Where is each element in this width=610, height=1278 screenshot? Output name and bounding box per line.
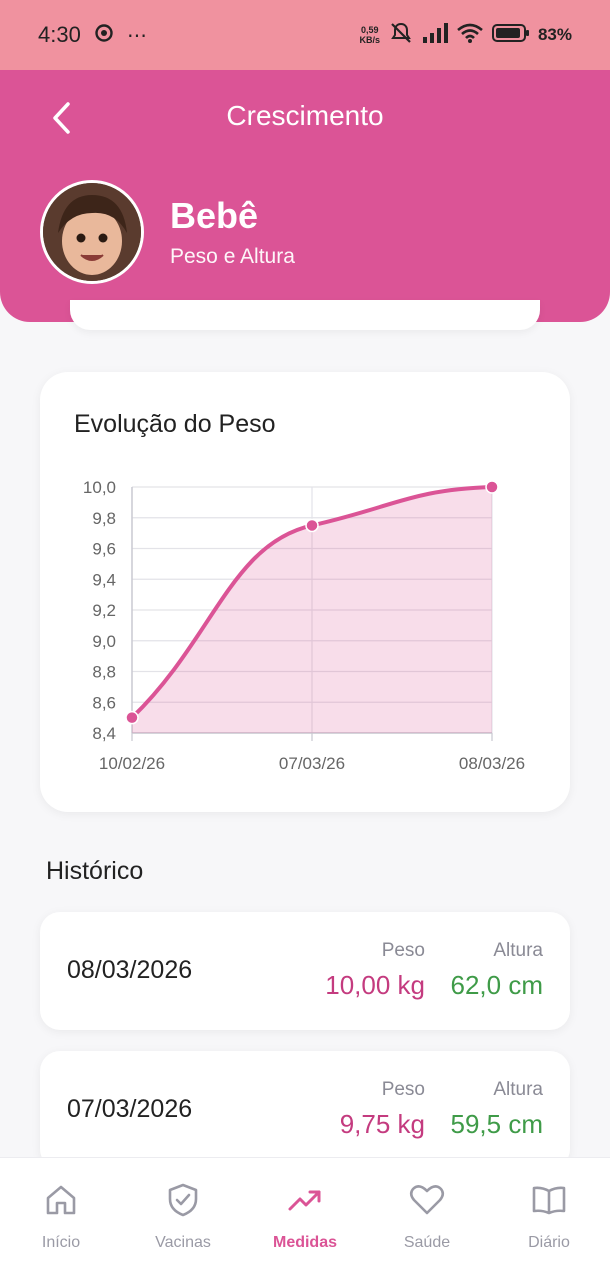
weight-chart: 10,0 9,8 9,6 9,4 9,2 9,0 8,8 8,6 8,4 10/02/26 07/0… <box>83 478 525 773</box>
peso-block: Peso 9,75 kg <box>340 1079 425 1140</box>
nav-item-vacinas[interactable]: Vacinas <box>122 1158 244 1278</box>
nav-item-saude[interactable]: Saúde <box>366 1158 488 1278</box>
y-tick-label: 10,0 <box>83 478 116 497</box>
y-tick-label: 9,2 <box>92 601 116 620</box>
battery-percent: 83% <box>537 25 572 44</box>
bottom-nav: Início Vacinas Medidas Saúde Diário <box>0 1157 610 1278</box>
history-card[interactable]: 07/03/2026 Peso 9,75 kg Altura 59,5 cm <box>40 1051 570 1169</box>
altura-block: Altura 62,0 cm <box>451 940 544 1001</box>
history-card[interactable]: 08/03/2026 Peso 10,00 kg Altura 62,0 cm <box>40 912 570 1030</box>
more-dots-icon: ⋯ <box>126 24 148 47</box>
y-tick-label: 9,0 <box>92 632 116 651</box>
y-tick-label: 9,6 <box>92 540 116 559</box>
y-tick-label: 9,4 <box>92 570 116 589</box>
nav-item-inicio[interactable]: Início <box>0 1158 122 1278</box>
nav-label: Diário <box>528 1234 570 1251</box>
y-tick-label: 9,8 <box>92 509 116 528</box>
nav-label: Vacinas <box>155 1234 211 1251</box>
status-bar: 4:30 ⋯ 0,59 KB/s 83% <box>0 0 610 70</box>
status-time: 4:30 <box>38 22 81 47</box>
x-tick-label: 08/03/26 <box>459 754 525 773</box>
mute-icon <box>388 21 414 50</box>
avatar <box>40 180 144 284</box>
battery-icon <box>491 23 530 48</box>
signal-icon <box>422 22 448 49</box>
shield-check-icon <box>166 1180 200 1220</box>
nav-item-medidas[interactable]: Medidas <box>244 1158 366 1278</box>
page-title: Crescimento <box>226 100 384 131</box>
altura-label: Altura <box>493 1079 543 1100</box>
app-header: Crescimento Bebê Peso e Altura <box>0 70 610 322</box>
network-speed: 0,59 KB/s <box>359 25 380 45</box>
y-tick-label: 8,8 <box>92 663 116 682</box>
profile-card-edge <box>70 300 540 330</box>
y-tick-label: 8,6 <box>92 693 116 712</box>
history-date: 08/03/2026 <box>67 956 193 984</box>
peso-block: Peso 10,00 kg <box>325 940 425 1001</box>
data-point <box>485 480 499 494</box>
peso-label: Peso <box>381 1079 425 1100</box>
altura-label: Altura <box>493 940 543 961</box>
peso-value: 9,75 kg <box>339 1109 425 1139</box>
baby-name: Bebê <box>170 195 259 236</box>
altura-value: 59,5 cm <box>450 1109 544 1139</box>
wifi-icon <box>456 22 484 49</box>
data-point <box>305 518 319 533</box>
book-icon <box>531 1180 567 1220</box>
data-point <box>125 710 139 725</box>
nav-label: Medidas <box>272 1234 337 1251</box>
peso-value: 10,00 kg <box>325 970 425 1000</box>
y-tick-label: 8,4 <box>92 724 116 743</box>
altura-block: Altura 59,5 cm <box>451 1079 544 1140</box>
nav-label: Saúde <box>403 1234 451 1251</box>
home-icon <box>44 1180 78 1220</box>
x-tick-label: 07/03/26 <box>279 754 345 773</box>
altura-value: 62,0 cm <box>450 970 544 1000</box>
trending-up-icon <box>287 1180 323 1220</box>
history-title: Histórico <box>46 857 144 885</box>
heart-icon <box>409 1180 445 1220</box>
peso-label: Peso <box>381 940 425 961</box>
history-date: 07/03/2026 <box>67 1095 193 1123</box>
x-tick-label: 10/02/26 <box>99 754 165 773</box>
nav-item-diario[interactable]: Diário <box>488 1158 610 1278</box>
chrome-icon <box>95 23 113 47</box>
baby-subtitle: Peso e Altura <box>170 245 295 268</box>
nav-label: Início <box>41 1234 81 1251</box>
weight-chart-card: Evolução do Peso 10,0 9,8 9,6 9,4 9,2 9,0 8,8 8… <box>40 372 570 812</box>
